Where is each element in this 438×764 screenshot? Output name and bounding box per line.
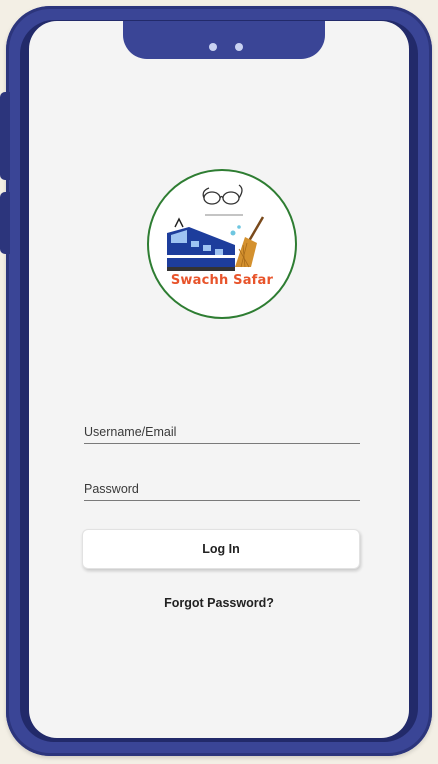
broom-icon: [235, 216, 265, 268]
glasses-icon: [202, 184, 243, 205]
app-screen: Swachh Safar Log In Forgot Password?: [29, 21, 409, 738]
password-field[interactable]: [84, 478, 360, 501]
volume-button: [0, 92, 10, 180]
logo-graphic: [167, 184, 265, 271]
camera-dot: [209, 43, 217, 51]
username-field[interactable]: [84, 421, 360, 444]
train-icon: [167, 217, 235, 271]
forgot-password-link[interactable]: Forgot Password?: [29, 596, 409, 610]
camera-notch: [123, 21, 325, 59]
device-mockup: Swachh Safar Log In Forgot Password?: [0, 0, 438, 764]
sensor-dot: [235, 43, 243, 51]
logo-wordmark: Swachh Safar: [170, 273, 274, 288]
power-button: [0, 192, 10, 254]
username-input[interactable]: [84, 421, 360, 443]
login-button[interactable]: Log In: [82, 529, 360, 569]
app-logo: Swachh Safar: [147, 169, 297, 319]
sparkle-icon: [230, 225, 241, 236]
password-input[interactable]: [84, 478, 360, 500]
